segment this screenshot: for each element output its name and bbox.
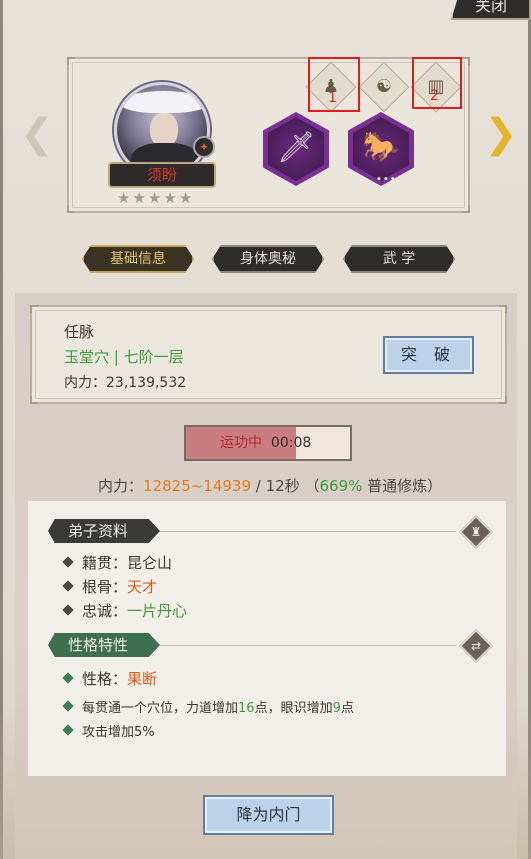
traits-section-header: 性格特性 bbox=[48, 633, 160, 657]
horse-icon: 🐎 bbox=[353, 117, 409, 181]
next-character-arrow-icon[interactable]: ❯ bbox=[484, 112, 518, 160]
training-progress-bar: 运功中 00:08 bbox=[184, 425, 352, 461]
box-corner bbox=[499, 305, 507, 313]
demote-button[interactable]: 降为内门 bbox=[203, 795, 334, 835]
profile-row-aptitude: 根骨：天才 bbox=[62, 576, 158, 597]
faction-badge-icon: ✦ bbox=[193, 136, 215, 158]
dagger-icon: 🗡 bbox=[268, 117, 324, 181]
box-corner bbox=[499, 396, 507, 404]
swap-icon: ⇄ bbox=[470, 639, 482, 653]
card-corner bbox=[462, 205, 470, 213]
profile-value: 天才 bbox=[127, 578, 158, 596]
trait-effect-2: 攻击增加5% bbox=[62, 721, 155, 740]
training-timer: 运功中 00:08 bbox=[186, 427, 350, 459]
profile-row-origin: 籍贯：昆仑山 bbox=[62, 552, 173, 573]
bag-icon: ♜ bbox=[470, 525, 482, 539]
star-icon: ★ bbox=[132, 189, 146, 207]
trait-label: 性格： bbox=[82, 670, 128, 688]
rate-mid: / 12秒 （ bbox=[251, 477, 320, 495]
star-icon: ★ bbox=[147, 189, 162, 207]
character-name: 须盼 bbox=[108, 162, 216, 188]
portrait-hat bbox=[121, 91, 207, 113]
prev-character-arrow-icon[interactable]: ❮ bbox=[20, 112, 54, 160]
mount-dots: ••• bbox=[376, 174, 397, 185]
training-time: 00:08 bbox=[270, 435, 312, 451]
bullet-icon bbox=[62, 604, 74, 616]
rate-suffix: 普通修炼） bbox=[362, 477, 443, 495]
profile-label: 忠诚： bbox=[82, 602, 128, 620]
profile-label: 籍贯： bbox=[82, 554, 128, 572]
tab-body-secrets[interactable]: 身体奥秘 bbox=[212, 245, 324, 273]
box-corner bbox=[30, 396, 38, 404]
section-divider bbox=[160, 531, 456, 532]
internal-power-value: 23,139,532 bbox=[106, 375, 187, 391]
effect-text: 每贯通一个穴位，力道增加 bbox=[82, 701, 239, 716]
effect-number: 9 bbox=[332, 701, 341, 716]
training-status: 运功中 bbox=[220, 435, 262, 451]
profile-section-header: 弟子资料 bbox=[48, 519, 160, 543]
star-rating: ★ ★ ★ ★ ★ bbox=[117, 190, 209, 206]
close-button[interactable]: 关闭 bbox=[451, 0, 531, 20]
breakthrough-button[interactable]: 突 破 bbox=[383, 336, 474, 374]
meridian-title: 任脉 bbox=[64, 323, 95, 341]
trait-effect-1: 每贯通一个穴位，力道增加16点，眼识增加9点 bbox=[62, 697, 354, 716]
star-icon: ★ bbox=[163, 189, 177, 207]
meridian-status: 玉堂穴 | 七阶一层 bbox=[64, 348, 184, 366]
bullet-icon bbox=[62, 556, 74, 568]
trait-personality: 性格：果断 bbox=[62, 668, 158, 689]
profile-value: 一片丹心 bbox=[127, 602, 188, 620]
effect-text: 攻击增加5% bbox=[82, 725, 155, 740]
star-icon: ★ bbox=[117, 189, 131, 207]
card-corner bbox=[462, 57, 470, 65]
bullet-icon bbox=[62, 700, 74, 712]
section-divider bbox=[160, 645, 456, 646]
rate-percent: 669% bbox=[319, 477, 363, 495]
effect-text: 点，眼识增加 bbox=[254, 701, 333, 716]
tab-martial-arts[interactable]: 武 学 bbox=[343, 245, 455, 273]
card-corner bbox=[67, 205, 75, 213]
trait-value: 果断 bbox=[127, 670, 158, 688]
card-corner bbox=[67, 57, 75, 65]
profile-row-loyalty: 忠诚：一片丹心 bbox=[62, 600, 188, 621]
highlight-label-2: 2 bbox=[430, 88, 439, 104]
tab-basic-info[interactable]: 基础信息 bbox=[82, 245, 194, 273]
internal-power: 内力：23,139,532 bbox=[64, 372, 186, 392]
effect-number: 16 bbox=[238, 701, 255, 716]
bullet-icon bbox=[62, 724, 74, 736]
highlight-label-1: 1 bbox=[328, 90, 337, 106]
star-icon: ★ bbox=[178, 189, 193, 207]
bullet-icon bbox=[62, 672, 74, 684]
yin-yang-icon: ☯ bbox=[375, 76, 393, 97]
internal-power-label: 内力： bbox=[64, 375, 106, 391]
profile-label: 根骨： bbox=[82, 578, 128, 596]
portrait-face bbox=[150, 113, 178, 147]
profile-value: 昆仑山 bbox=[127, 554, 173, 572]
effect-text: 点 bbox=[340, 701, 354, 716]
bullet-icon bbox=[62, 580, 74, 592]
rate-prefix: 内力： bbox=[98, 477, 144, 495]
box-corner bbox=[30, 305, 38, 313]
rate-range: 12825~14939 bbox=[143, 477, 252, 495]
training-rate: 内力：12825~14939 / 12秒 （669% 普通修炼） bbox=[98, 475, 442, 496]
